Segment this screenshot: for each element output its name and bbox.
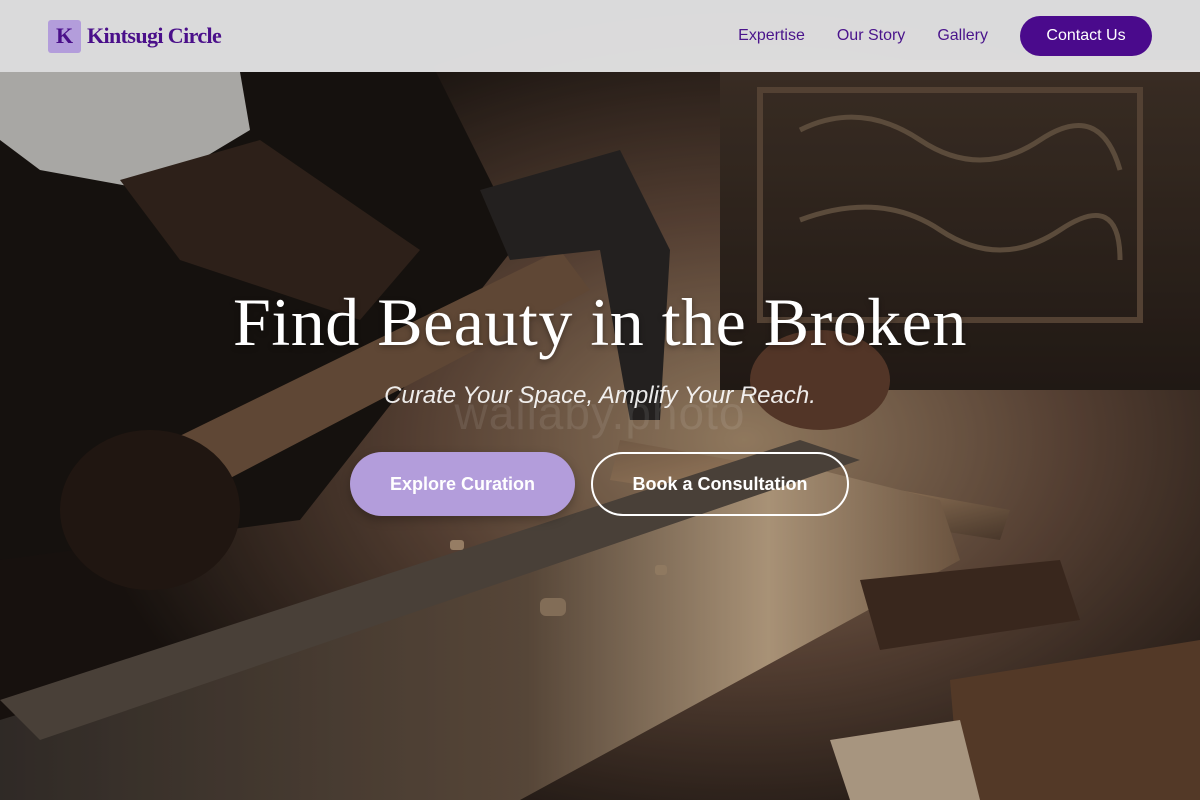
landing-page: K Kintsugi Circle Expertise Our Story Ga…	[0, 0, 1200, 800]
hero-title: Find Beauty in the Broken	[233, 284, 967, 360]
brand-logo-link[interactable]: K Kintsugi Circle	[48, 19, 222, 53]
explore-curation-button[interactable]: Explore Curation	[350, 452, 575, 516]
nav-link-our-story[interactable]: Our Story	[837, 27, 905, 45]
brand-mark-icon: K	[48, 19, 81, 53]
hero-section: wallaby.photo Find Beauty in the Broken …	[0, 0, 1200, 800]
top-navbar: K Kintsugi Circle Expertise Our Story Ga…	[0, 0, 1200, 72]
book-consultation-button[interactable]: Book a Consultation	[591, 452, 849, 516]
nav-link-gallery[interactable]: Gallery	[937, 27, 988, 45]
contact-us-button[interactable]: Contact Us	[1020, 16, 1152, 56]
nav-link-expertise[interactable]: Expertise	[738, 27, 805, 45]
watermark-text: wallaby.photo	[454, 387, 746, 439]
nav-links: Expertise Our Story Gallery Contact Us	[738, 16, 1152, 56]
brand-name: Kintsugi Circle	[87, 23, 222, 48]
